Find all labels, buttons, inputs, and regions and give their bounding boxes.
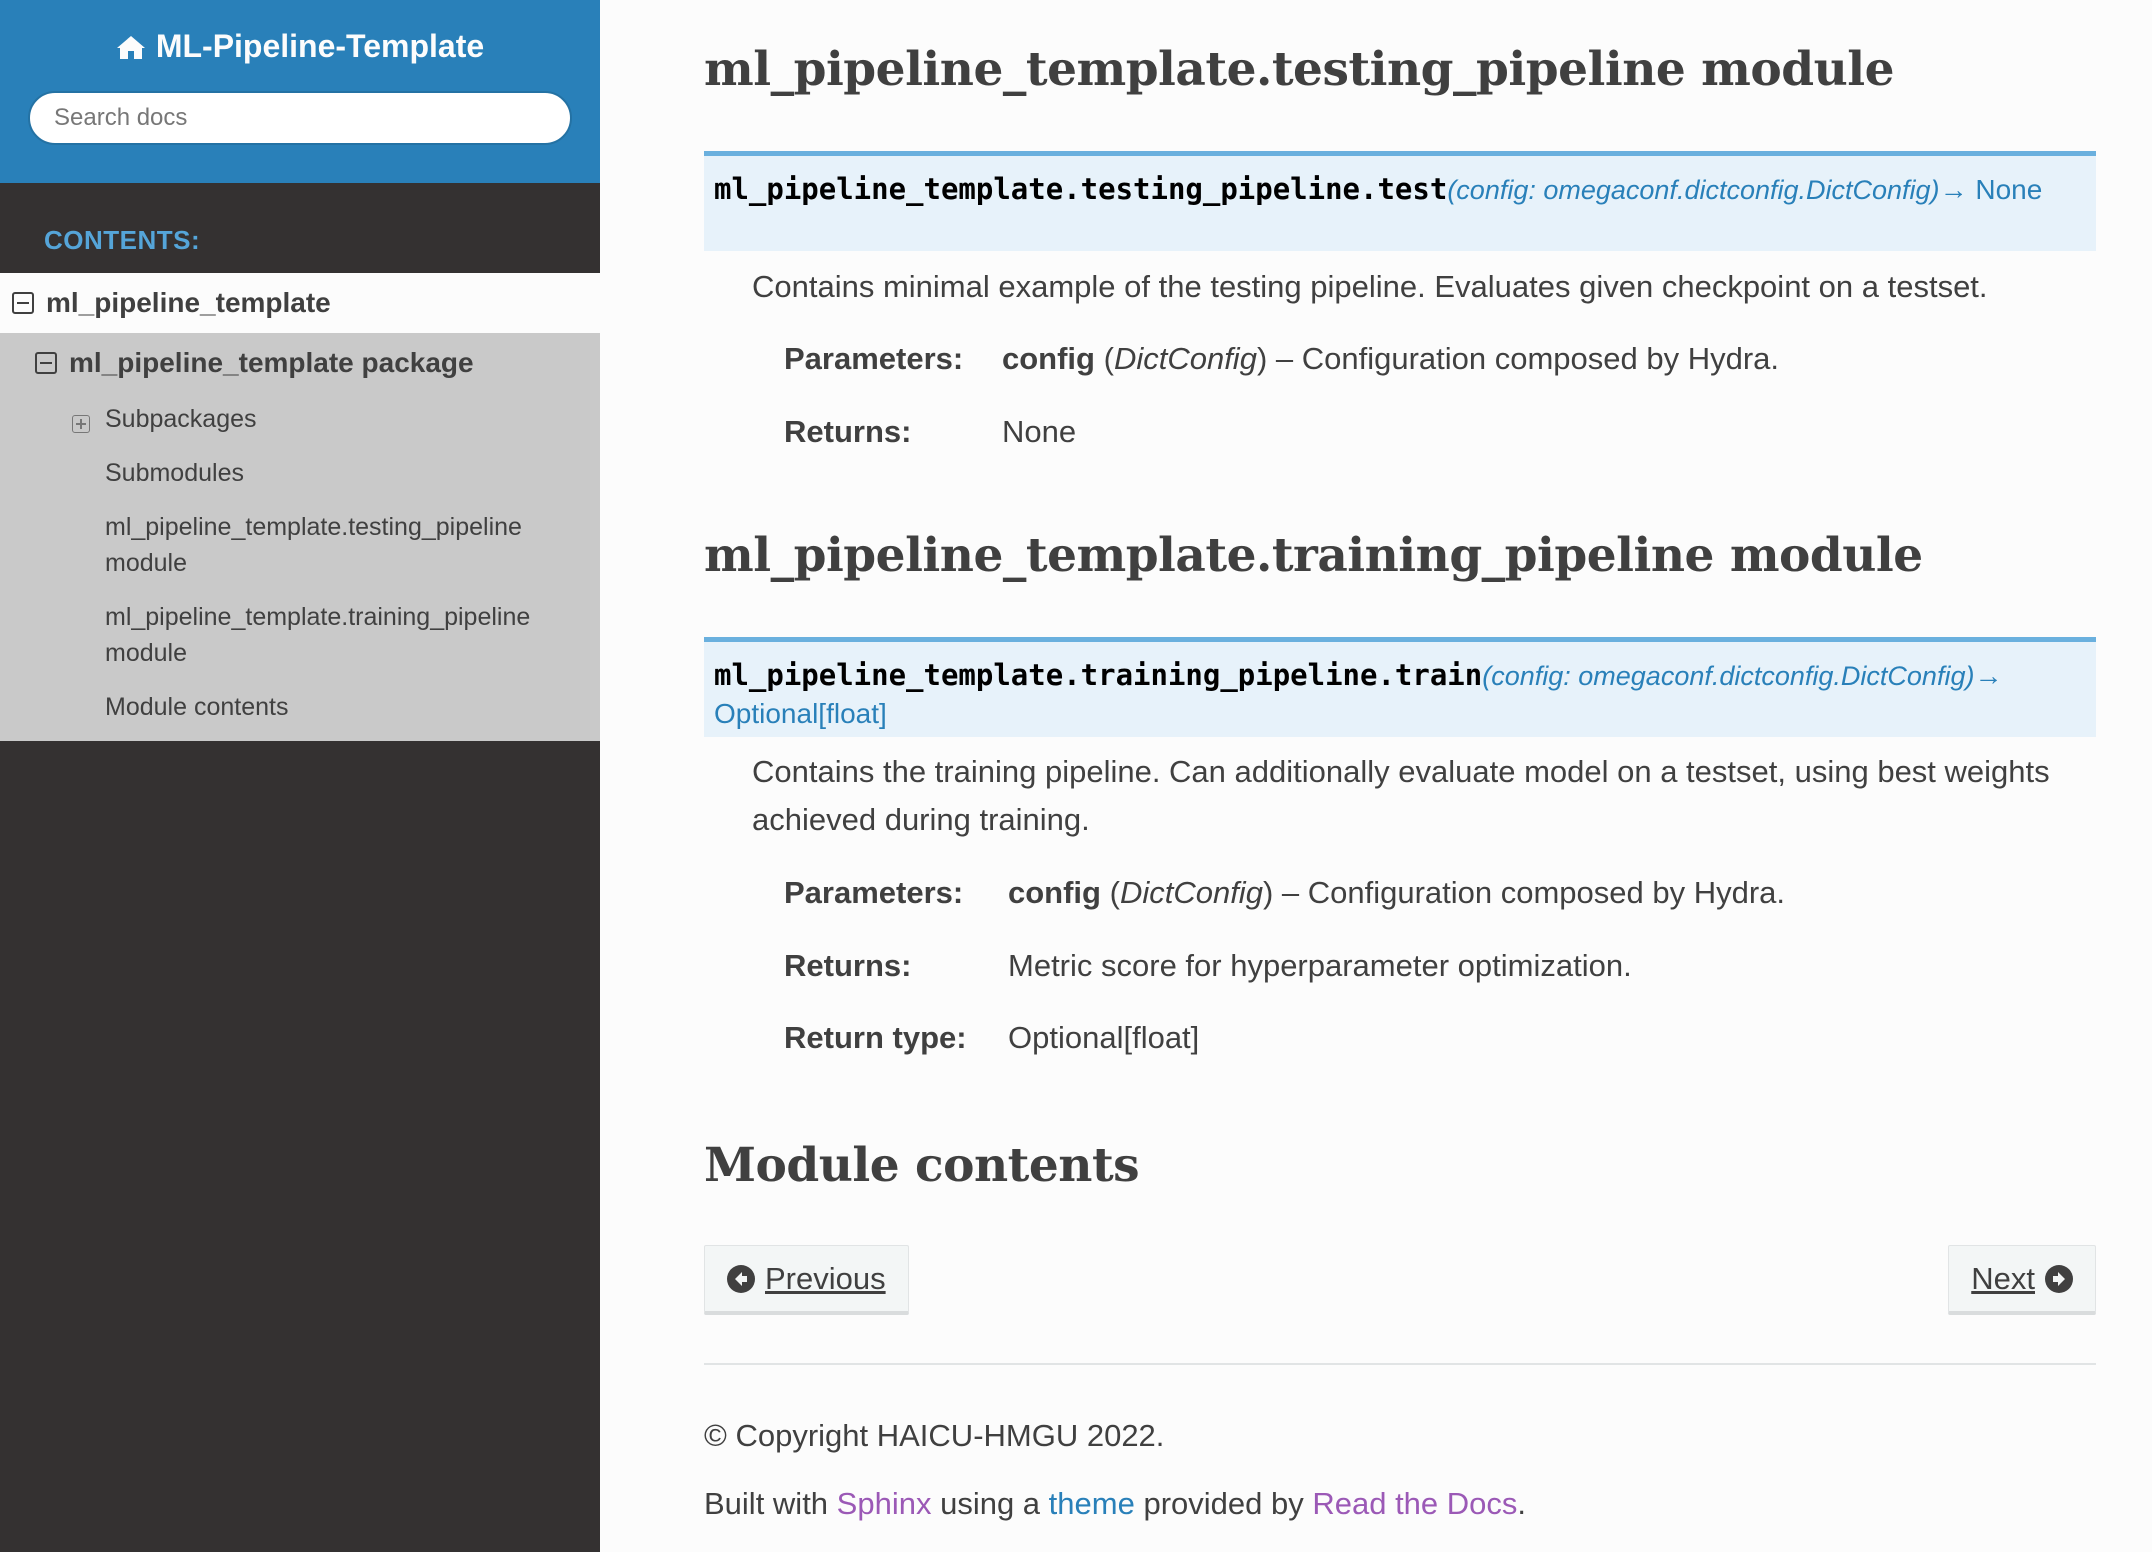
field-value: None (1002, 414, 1077, 449)
collapse-icon[interactable] (35, 352, 57, 374)
toc-caption: CONTENTS: (44, 225, 201, 255)
toc-item-label: Subpackages (105, 405, 257, 433)
toc-item-module-contents[interactable]: Module contents (0, 681, 600, 735)
field-returns-train: Returns: Metric score for hyperparameter… (784, 942, 1632, 990)
toc-item-label: ml_pipeline_template (46, 287, 331, 318)
function-signature-test: ml_pipeline_template.testing_pipeline.te… (704, 151, 2096, 251)
toc-item-subpackages[interactable]: Subpackages (0, 393, 600, 447)
field-parameters-test: Parameters: config (DictConfig) – Config… (784, 335, 1779, 383)
field-value: Metric score for hyperparameter optimiza… (1008, 948, 1632, 983)
toc-item-label: Submodules (105, 459, 244, 487)
signature-return: None (1975, 174, 2043, 205)
sidebar: ML-Pipeline-Template CONTENTS: ml_pipeli… (0, 0, 600, 1552)
next-button[interactable]: Next (1948, 1245, 2096, 1315)
description-train: Contains the training pipeline. Can addi… (752, 754, 2050, 837)
sphinx-link[interactable]: Sphinx (837, 1486, 932, 1521)
toc-item-training-pipeline[interactable]: ml_pipeline_template.training_pipeline m… (0, 591, 600, 681)
previous-label: Previous (765, 1260, 886, 1296)
toc-item-submodules[interactable]: Submodules (0, 447, 600, 501)
project-title: ML-Pipeline-Template (155, 28, 485, 64)
previous-button[interactable]: Previous (704, 1245, 909, 1315)
collapse-icon[interactable] (12, 292, 34, 314)
section-heading-training: ml_pipeline_template.training_pipeline m… (704, 528, 1923, 583)
field-label: Returns: (784, 948, 912, 983)
footer-divider (704, 1363, 2096, 1365)
param-name: config (1008, 875, 1101, 910)
home-icon (116, 35, 145, 59)
param-desc: – Configuration composed by Hydra. (1273, 875, 1786, 910)
param-desc: – Configuration composed by Hydra. (1267, 341, 1780, 376)
project-home-link[interactable]: ML-Pipeline-Template (116, 28, 484, 65)
field-label: Parameters: (784, 341, 964, 376)
toc-tree: ml_pipeline_template ml_pipeline_templat… (0, 273, 600, 741)
toc-item-ml-pipeline-template[interactable]: ml_pipeline_template (0, 273, 600, 333)
description-test: Contains minimal example of the testing … (752, 269, 1988, 304)
toc-item-testing-pipeline[interactable]: ml_pipeline_template.testing_pipeline mo… (0, 501, 600, 591)
function-signature-train: ml_pipeline_template.training_pipeline.t… (704, 637, 2096, 737)
toc-item-label: Module contents (105, 693, 289, 721)
signature-name: ml_pipeline_template.training_pipeline.t… (714, 658, 1483, 692)
sidebar-header: ML-Pipeline-Template (0, 0, 600, 183)
param-type: DictConfig (1113, 341, 1257, 376)
section-heading-module-contents: Module contents (704, 1138, 1140, 1193)
signature-params: (config: omegaconf.dictconfig.DictConfig… (1482, 661, 1975, 691)
field-label: Return type: (784, 1020, 967, 1055)
signature-params: (config: omegaconf.dictconfig.DictConfig… (1447, 175, 1940, 205)
toc-item-label: ml_pipeline_template.testing_pipeline mo… (105, 513, 522, 577)
toc-item-label: ml_pipeline_template.training_pipeline m… (105, 603, 531, 667)
signature-name: ml_pipeline_template.testing_pipeline.te… (714, 172, 1448, 206)
arrow-circle-left-icon (727, 1264, 755, 1293)
search-input[interactable] (28, 91, 572, 145)
field-value: Optional[float] (1008, 1020, 1200, 1055)
signature-arrow: → (1974, 660, 2003, 691)
field-label: Parameters: (784, 875, 964, 910)
field-parameters-train: Parameters: config (DictConfig) – Config… (784, 869, 1785, 917)
section-heading-testing: ml_pipeline_template.testing_pipeline mo… (704, 42, 1895, 97)
footer-copyright: © Copyright HAICU-HMGU 2022. (704, 1418, 1165, 1453)
field-label: Returns: (784, 414, 912, 449)
toc-item-package[interactable]: ml_pipeline_template package (0, 333, 600, 393)
read-the-docs-link[interactable]: Read the Docs (1312, 1486, 1517, 1521)
footer-built-with: Built with Sphinx using a theme provided… (704, 1486, 1527, 1521)
field-return-type-train: Return type: Optional[float] (784, 1014, 1199, 1062)
arrow-circle-right-icon (2045, 1264, 2073, 1293)
toc-item-label: ml_pipeline_template package (69, 347, 474, 378)
param-name: config (1002, 341, 1095, 376)
signature-arrow: → (1939, 174, 1968, 205)
param-type: DictConfig (1119, 875, 1263, 910)
field-returns-test: Returns: None (784, 408, 1076, 456)
signature-return: Optional[float] (714, 698, 887, 729)
theme-link[interactable]: theme (1049, 1486, 1135, 1521)
expand-icon[interactable] (72, 415, 90, 433)
next-label: Next (1971, 1260, 2035, 1296)
